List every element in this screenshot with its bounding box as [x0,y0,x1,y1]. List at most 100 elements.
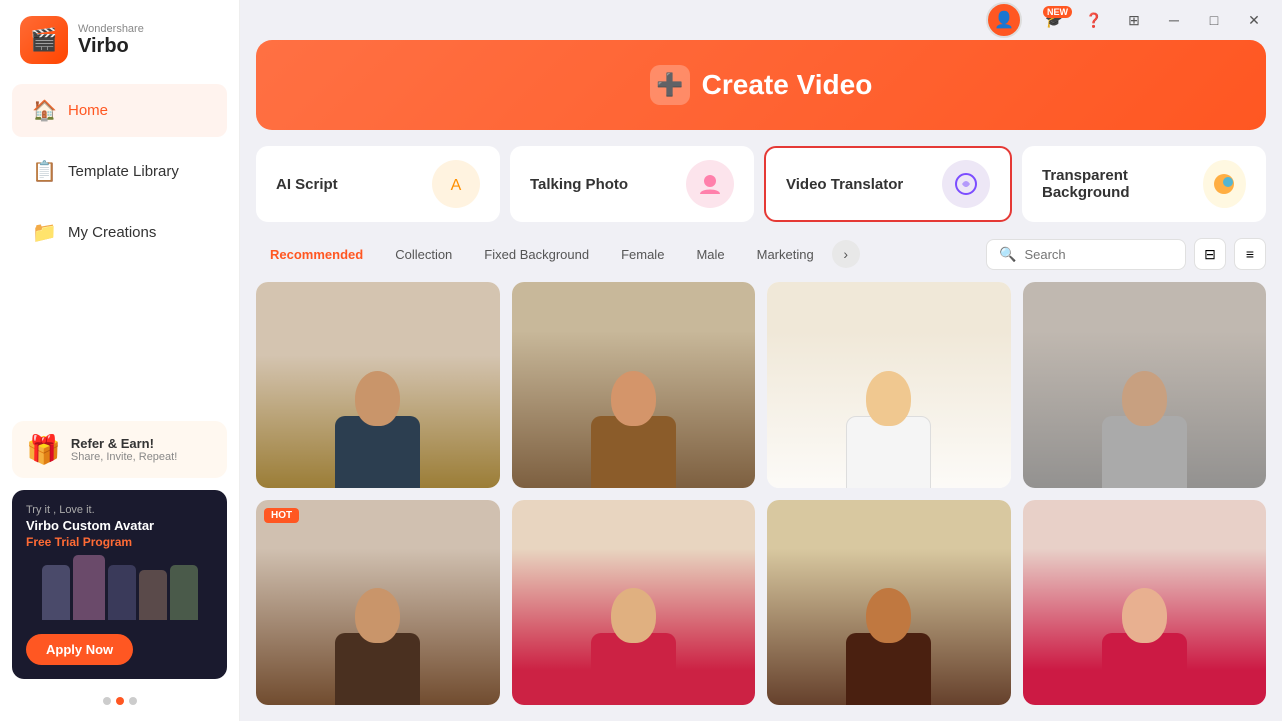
avatar-body-5 [335,633,420,705]
avatar-figure-4 [1059,306,1229,487]
dot-2 [116,697,124,705]
avatar-card-1[interactable]: Brandt-Casual [256,282,500,488]
sidebar-item-my-creations[interactable]: 📁 My Creations [12,206,227,259]
app-logo-icon: 🎬 [20,16,68,64]
main-content: 👤 🎓 NEW ❓ ⊞ ─ □ ✕ ➕ Create Video AI Scri… [240,0,1282,721]
avatar-body-1 [335,416,420,488]
avatar-body-4 [1102,416,1187,488]
create-video-banner[interactable]: ➕ Create Video [256,40,1266,130]
dot-1 [103,697,111,705]
courses-icon-wrapper: 🎓 NEW [1038,4,1070,36]
filter-tab-collection[interactable]: Collection [381,241,466,268]
trial-avatar-3 [108,565,136,620]
avatar-head-8 [1122,588,1167,643]
filter-tab-marketing[interactable]: Marketing [743,241,828,268]
tool-card-video-translator[interactable]: Video Translator [764,146,1012,222]
home-icon: 🏠 [32,98,56,123]
avatar-body-3 [846,416,931,488]
search-icon: 🔍 [999,246,1016,263]
avatar-card-5[interactable]: HOT [256,500,500,706]
avatar-head-5 [355,588,400,643]
restore-button[interactable]: □ [1198,4,1230,36]
avatar-card-7[interactable] [767,500,1011,706]
trial-avatar-4 [139,570,167,620]
trial-avatar-1 [42,565,70,620]
avatar-img-1 [256,282,500,488]
trial-avatar-row [26,555,213,620]
avatar-card-8[interactable] [1023,500,1267,706]
video-translator-label: Video Translator [786,176,903,193]
avatar-img-7 [767,500,1011,706]
sidebar-label-template-library: Template Library [68,163,179,180]
ai-script-icon: A [432,160,480,208]
sidebar-item-home[interactable]: 🏠 Home [12,84,227,137]
avatar-figure-8 [1059,524,1229,705]
avatar-card-3[interactable]: Ruby-Games [767,282,1011,488]
close-button[interactable]: ✕ [1238,4,1270,36]
avatar-img-4 [1023,282,1267,488]
trial-highlight: Free Trial Program [26,535,213,549]
transparent-bg-label: Transparent Background [1042,167,1203,201]
titlebar: 👤 🎓 NEW ❓ ⊞ ─ □ ✕ [240,0,1282,40]
my-creations-icon: 📁 [32,220,56,245]
sidebar-label-my-creations: My Creations [68,224,156,241]
avatar-head-2 [611,371,656,426]
avatar-card-4[interactable]: Harper-Promotion [1023,282,1267,488]
filter-tab-recommended[interactable]: Recommended [256,241,377,268]
avatar-img-3 [767,282,1011,488]
avatar-head-4 [1122,371,1167,426]
avatar-figure-7 [804,524,974,705]
app-name: Virbo [78,35,144,58]
filter-more-button[interactable]: › [832,240,860,268]
refer-card[interactable]: 🎁 Refer & Earn! Share, Invite, Repeat! [12,421,227,478]
refer-subtitle: Share, Invite, Repeat! [71,451,177,463]
video-translator-icon [942,160,990,208]
trial-tag: Try it , Love it. [26,504,213,516]
avatar-body-7 [846,633,931,705]
avatar-head-3 [866,371,911,426]
help-button[interactable]: ❓ [1078,4,1110,36]
refer-icon: 🎁 [26,433,61,466]
refer-title: Refer & Earn! [71,436,177,451]
avatar-head-7 [866,588,911,643]
avatar-body-6 [591,633,676,705]
sidebar-label-home: Home [68,102,108,119]
search-area: 🔍 ⊟ ≡ [986,238,1266,270]
create-video-icon: ➕ [650,65,690,105]
tool-card-talking-photo[interactable]: Talking Photo [510,146,754,222]
grid-view-button[interactable]: ⊟ [1194,238,1226,270]
tool-card-ai-script[interactable]: AI Script A [256,146,500,222]
filter-bar: Recommended Collection Fixed Background … [256,238,1266,270]
logo-area: 🎬 Wondershare Virbo [0,0,239,80]
apply-now-button[interactable]: Apply Now [26,634,133,665]
avatar-img-6 [512,500,756,706]
filter-tab-fixed-background[interactable]: Fixed Background [470,241,603,268]
transparent-bg-icon [1203,160,1246,208]
list-view-button[interactable]: ≡ [1234,238,1266,270]
user-button[interactable]: 👤 [986,2,1022,38]
avatar-figure-5 [293,524,463,705]
avatar-img-8 [1023,500,1267,706]
avatar-card-2[interactable]: Elena-Professional [512,282,756,488]
sidebar: 🎬 Wondershare Virbo 🏠 Home 📋 Template Li… [0,0,240,721]
sidebar-item-template-library[interactable]: 📋 Template Library [12,145,227,198]
filter-tab-female[interactable]: Female [607,241,678,268]
template-library-icon: 📋 [32,159,56,184]
minimize-button[interactable]: ─ [1158,4,1190,36]
talking-photo-label: Talking Photo [530,176,628,193]
filter-tab-male[interactable]: Male [682,241,738,268]
tool-card-transparent-bg[interactable]: Transparent Background [1022,146,1266,222]
grid-button[interactable]: ⊞ [1118,4,1150,36]
avatar-card-6[interactable] [512,500,756,706]
avatar-img-2 [512,282,756,488]
avatar-body-8 [1102,633,1187,705]
avatar-figure-6 [548,524,718,705]
trial-title: Virbo Custom Avatar [26,518,213,533]
trial-text-block: Try it , Love it. Virbo Custom Avatar Fr… [26,504,213,549]
avatar-figure-3 [804,306,974,487]
avatar-grid: Brandt-Casual Elena-Professional Ruby-Ga… [240,282,1282,721]
dot-indicators [12,697,227,705]
ai-script-label: AI Script [276,176,338,193]
create-video-title: Create Video [702,69,873,101]
search-input[interactable] [1024,247,1200,262]
